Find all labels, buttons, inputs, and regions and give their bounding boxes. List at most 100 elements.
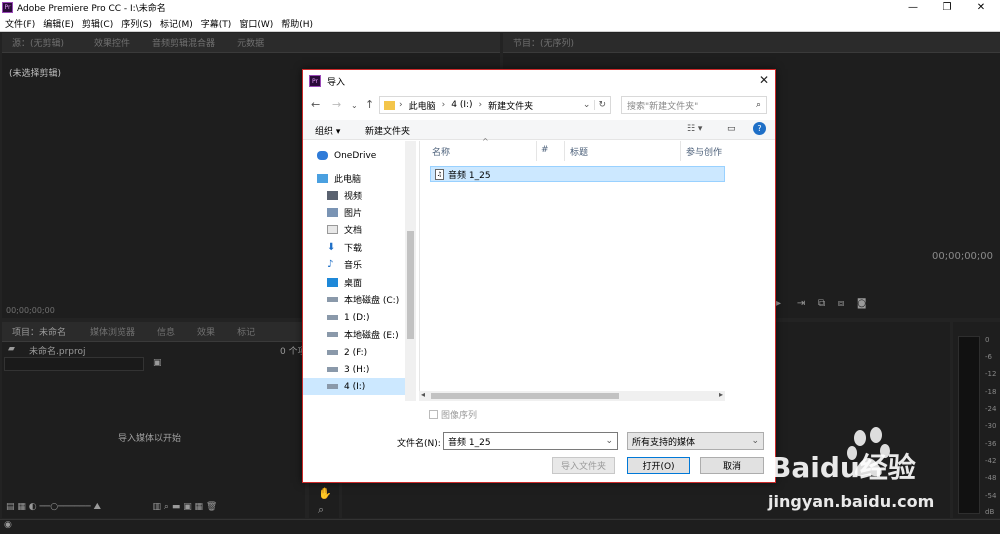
hand-tool-icon[interactable]: ✋ [318, 487, 332, 500]
column-header-contributing[interactable]: 参与创作 [686, 145, 722, 158]
filename-label: 文件名(N): [397, 439, 441, 449]
nav-item-documents[interactable]: 文档 [327, 221, 415, 238]
premiere-logo-icon: Pr [2, 2, 13, 13]
refresh-icon[interactable]: ↻ [594, 100, 606, 110]
image-sequence-checkbox[interactable] [429, 410, 438, 419]
filename-value: 音频 1_25 [448, 437, 491, 448]
tab-metadata[interactable]: 元数据 [237, 36, 264, 49]
file-list-horizontal-scrollbar[interactable]: ◂ ▸ [419, 390, 725, 401]
menu-sequence[interactable]: 序列(S) [121, 17, 152, 30]
nav-item-downloads[interactable]: ⬇ 下载 [327, 239, 415, 256]
menu-title[interactable]: 字幕(T) [201, 17, 232, 30]
column-header-name[interactable]: 名称 [432, 145, 450, 158]
tab-project[interactable]: 项目：未命名 [12, 325, 66, 338]
project-bottom-toolbar[interactable]: ▤ ▦ ◐ ──○────── ⛰ ▥ ⌕ ▬ ▣ ▦ 🗑 [6, 502, 217, 512]
dialog-title-bar: Pr 导入 [303, 70, 775, 92]
menu-marker[interactable]: 标记(M) [160, 17, 193, 30]
nav-item-drive-h[interactable]: 3 (H:) [327, 361, 415, 378]
tab-info[interactable]: 信息 [157, 325, 175, 338]
nav-item-drive-f[interactable]: 2 (F:) [327, 344, 415, 361]
nav-item-this-pc[interactable]: 此电脑 [317, 170, 405, 187]
tab-audio-clip-mixer[interactable]: 音频剪辑混合器 [152, 36, 215, 49]
nav-item-pictures[interactable]: 图片 [327, 204, 415, 221]
new-bin-icon[interactable]: ▣ [153, 358, 162, 368]
window-title: Adobe Premiere Pro CC - I:\未命名 [17, 4, 166, 14]
cloud-icon [317, 151, 328, 160]
drive-icon [327, 315, 338, 320]
file-row[interactable]: ♫ 音频 1_25 [430, 166, 725, 182]
tab-markers[interactable]: 标记 [237, 325, 255, 338]
menu-window[interactable]: 窗口(W) [239, 17, 273, 30]
tab-effect-controls[interactable]: 效果控件 [94, 36, 130, 49]
filename-input[interactable]: 音频 1_25 ⌄ [443, 432, 618, 450]
menu-help[interactable]: 帮助(H) [281, 17, 313, 30]
nav-item-drive-c[interactable]: 本地磁盘 (C:) [327, 291, 415, 308]
scrollbar-thumb[interactable] [407, 231, 414, 339]
drive-icon [327, 332, 338, 337]
drive-icon [327, 367, 338, 372]
documents-folder-icon [327, 225, 338, 234]
project-search-input[interactable] [4, 357, 144, 371]
breadcrumb-this-pc[interactable]: 此电脑 [409, 99, 436, 112]
nav-item-videos[interactable]: 视频 [327, 187, 415, 204]
image-sequence-option[interactable]: 图像序列 [429, 408, 477, 421]
zoom-tool-icon[interactable]: ⌕ [318, 503, 324, 517]
audio-file-icon: ♫ [435, 168, 444, 180]
scroll-right-icon[interactable]: ▸ [719, 390, 723, 399]
meter-label: -6 [985, 353, 992, 361]
tab-effects[interactable]: 效果 [197, 325, 215, 338]
view-options-icon[interactable]: ☷ ▾ [687, 124, 702, 134]
nav-item-music[interactable]: ♪ 音乐 [327, 256, 415, 273]
column-header-title[interactable]: 标题 [570, 145, 588, 158]
import-media-hint: 导入媒体以开始 [118, 434, 182, 444]
drive-icon [327, 297, 338, 302]
menu-file[interactable]: 文件(F) [5, 17, 35, 30]
preview-pane-icon[interactable]: ▭ [727, 124, 736, 134]
maximize-button[interactable]: ❐ [930, 0, 964, 15]
breadcrumb-folder[interactable]: 新建文件夹 [488, 99, 533, 112]
close-button[interactable]: ✕ [964, 0, 998, 15]
nav-item-drive-e[interactable]: 本地磁盘 (E:) [327, 326, 415, 343]
file-type-value: 所有支持的媒体 [632, 437, 696, 448]
scrollbar-thumb[interactable] [431, 393, 619, 399]
back-arrow-icon[interactable]: ← [311, 98, 320, 111]
nav-item-desktop[interactable]: 桌面 [327, 274, 415, 291]
program-transport-controls[interactable]: ▸ ⇥ ⧉ ⧈ ◙ [776, 298, 867, 309]
scroll-left-icon[interactable]: ◂ [421, 390, 425, 399]
status-eye-icon[interactable]: ◉ [4, 520, 12, 530]
file-type-select[interactable]: 所有支持的媒体 ⌄ [627, 432, 764, 450]
search-input[interactable]: 搜索"新建文件夹" ⌕ [621, 96, 767, 114]
menu-clip[interactable]: 剪辑(C) [82, 17, 113, 30]
breadcrumb-drive[interactable]: 4 (I:) [451, 100, 472, 110]
tab-source[interactable]: 源：(无剪辑) [12, 36, 64, 49]
column-header-number[interactable]: # [541, 145, 549, 155]
nav-item-drive-d[interactable]: 1 (D:) [327, 309, 415, 326]
import-folder-button[interactable]: 导入文件夹 [552, 457, 615, 474]
file-name: 音频 1_25 [448, 170, 491, 181]
help-icon[interactable]: ? [753, 122, 766, 135]
search-icon: ⌕ [755, 100, 761, 110]
minimize-button[interactable]: — [896, 0, 930, 15]
recent-locations-icon[interactable]: ⌄ [351, 101, 358, 110]
dialog-close-icon[interactable]: ✕ [759, 73, 769, 87]
computer-icon [317, 174, 328, 183]
no-clip-selected-label: (未选择剪辑) [9, 69, 62, 79]
navigation-scrollbar[interactable] [405, 141, 416, 401]
new-folder-button[interactable]: 新建文件夹 [365, 124, 410, 137]
source-panel-tabs: 源：(无剪辑) 效果控件 音频剪辑混合器 元数据 [2, 33, 500, 53]
open-button[interactable]: 打开(O) [627, 457, 690, 474]
sort-ascending-icon: ^ [482, 137, 489, 146]
organize-button[interactable]: 组织 ▾ [315, 124, 340, 137]
address-dropdown-icon[interactable]: ⌄ [583, 100, 591, 110]
tab-program[interactable]: 节目：(无序列) [513, 36, 574, 49]
chevron-down-icon[interactable]: ⌄ [605, 436, 613, 446]
column-divider [564, 141, 565, 161]
nav-item-onedrive[interactable]: OneDrive [317, 147, 405, 164]
drive-icon [327, 384, 338, 389]
nav-item-drive-i[interactable]: 4 (I:) [303, 378, 405, 395]
tab-media-browser[interactable]: 媒体浏览器 [90, 325, 135, 338]
up-arrow-icon[interactable]: ↑ [365, 98, 374, 111]
address-bar[interactable]: › 此电脑 › 4 (I:) › 新建文件夹 ⌄ ↻ [379, 96, 611, 114]
forward-arrow-icon[interactable]: → [332, 98, 341, 111]
menu-edit[interactable]: 编辑(E) [43, 17, 74, 30]
